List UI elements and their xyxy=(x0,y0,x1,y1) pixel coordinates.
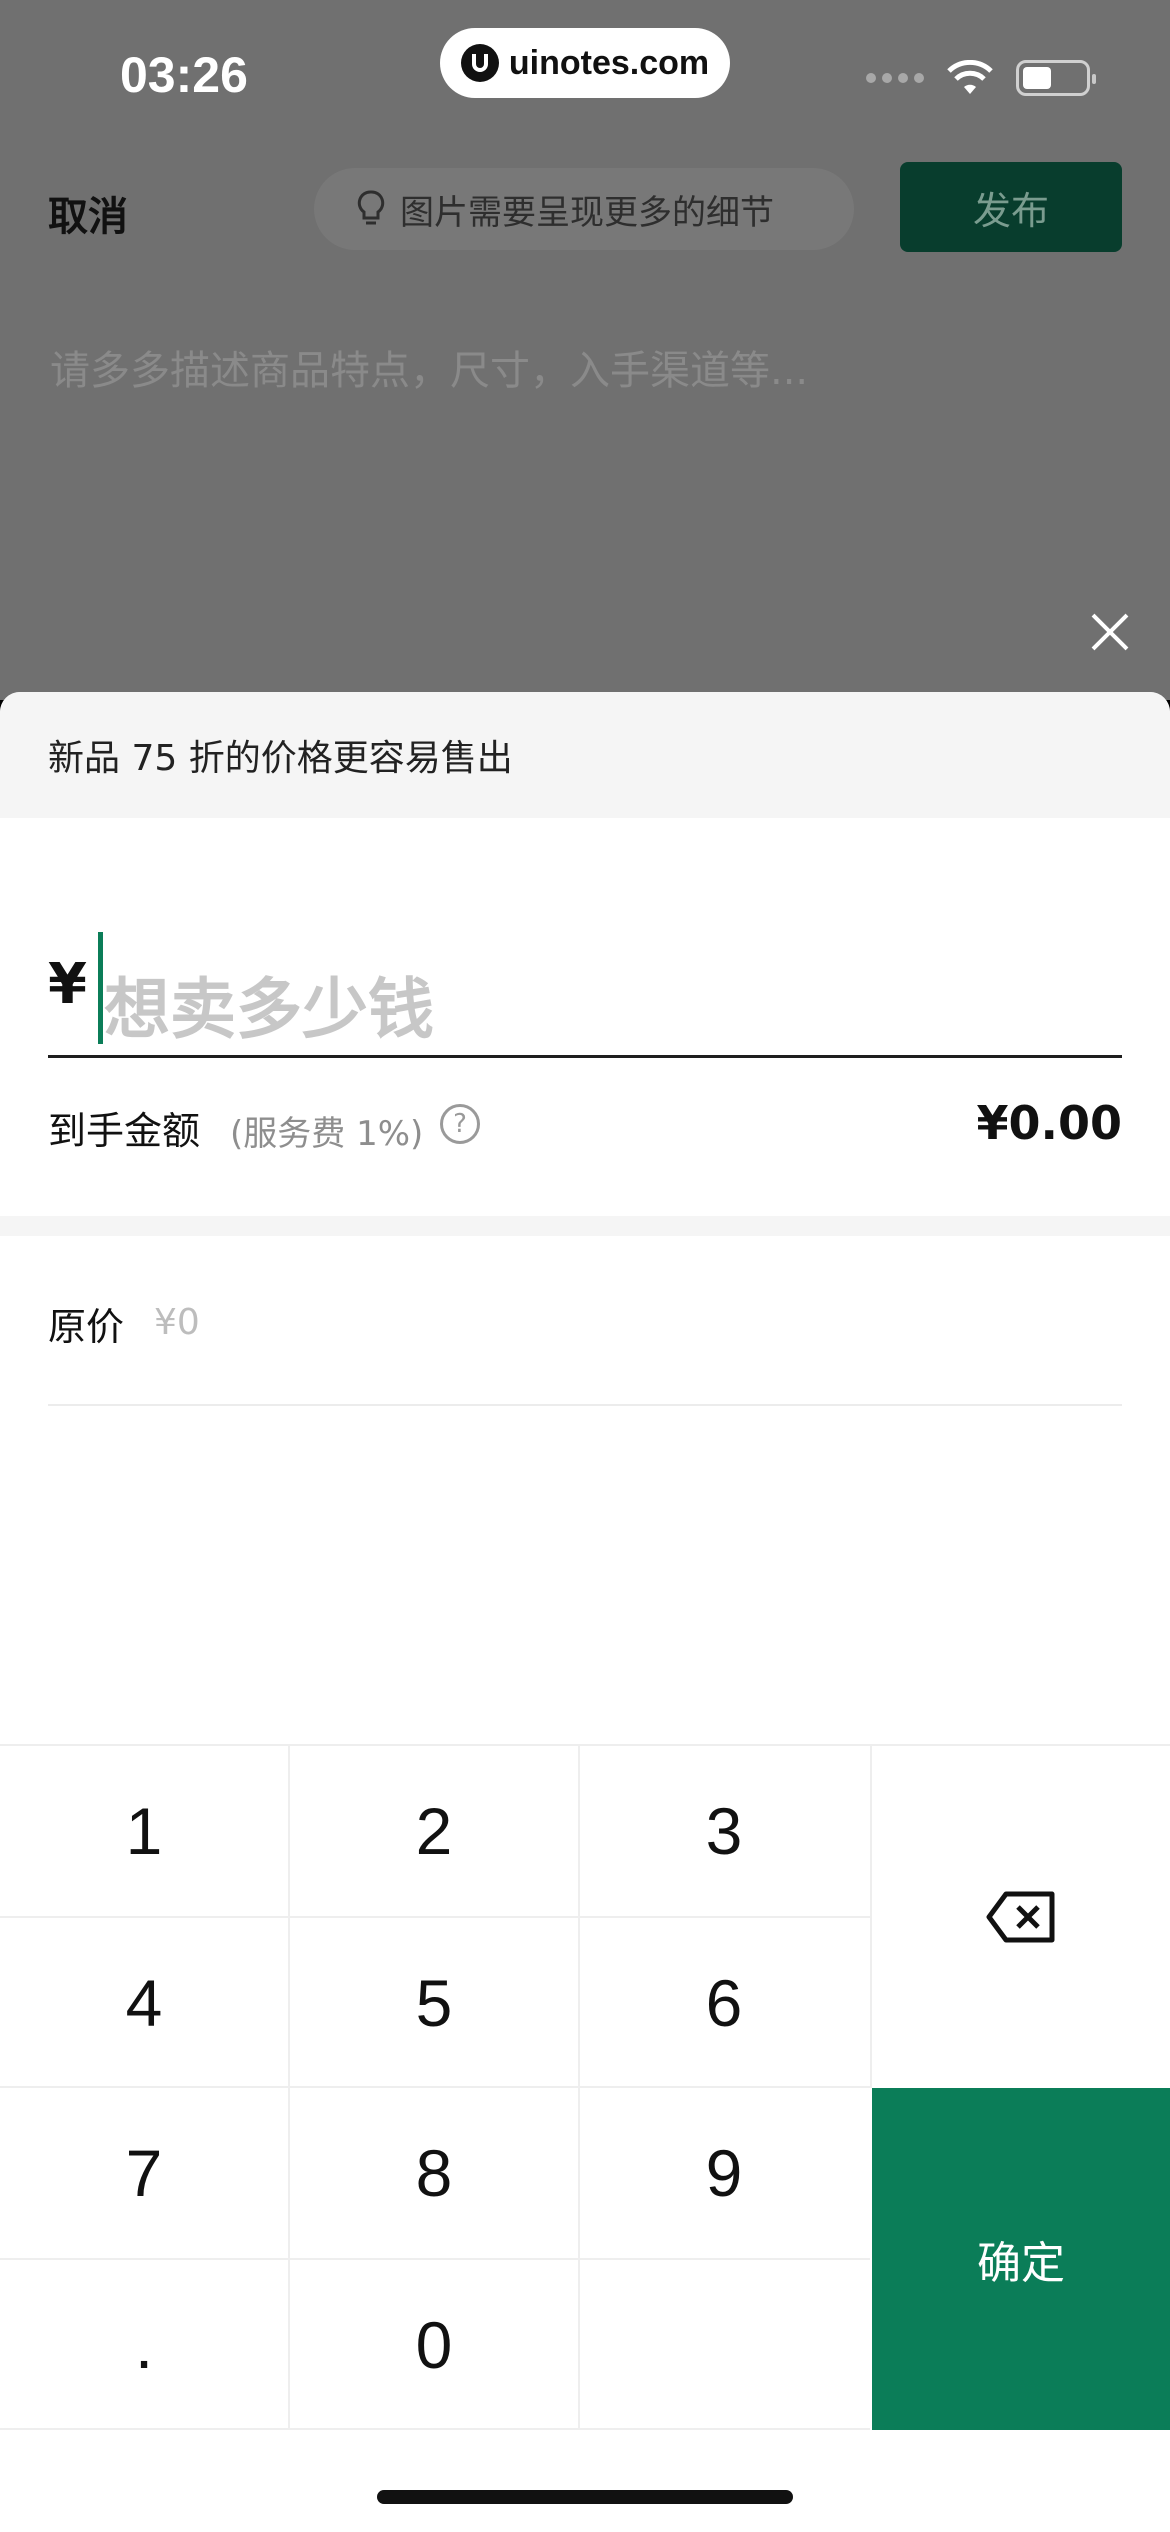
backspace-icon xyxy=(986,1891,1055,1943)
key-7[interactable]: 7 xyxy=(0,2088,288,2258)
top-bar: 取消 图片需要呈现更多的细节 发布 xyxy=(0,150,1170,270)
numeric-keypad: 1 2 3 4 5 6 7 8 9 . 0 确定 xyxy=(0,1744,1170,2430)
grid-line xyxy=(0,1916,870,1918)
service-fee-note: (服务费 1%) xyxy=(230,1114,424,1154)
help-icon[interactable]: ? xyxy=(440,1104,480,1144)
text-cursor xyxy=(98,932,103,1044)
price-input[interactable]: ¥ 想卖多少钱 xyxy=(48,932,1122,1058)
key-1[interactable]: 1 xyxy=(0,1746,288,1916)
key-6[interactable]: 6 xyxy=(580,1918,868,2088)
price-placeholder: 想卖多少钱 xyxy=(104,971,434,1048)
original-price-input[interactable]: ¥0 xyxy=(154,1302,200,1343)
cancel-button[interactable]: 取消 xyxy=(48,184,128,242)
background-page: 03:26 uinotes.com 取消 图片需要呈现更多的细节 发布 请多多描… xyxy=(0,0,1170,700)
grid-line xyxy=(288,1746,290,2430)
original-price-row[interactable]: 原价 ¥0 xyxy=(48,1236,1122,1406)
battery-icon xyxy=(1016,60,1096,96)
key-0[interactable]: 0 xyxy=(290,2260,578,2430)
publish-button[interactable]: 发布 xyxy=(900,162,1122,252)
home-indicator xyxy=(377,2490,793,2504)
lightbulb-icon xyxy=(357,190,385,225)
url-text: uinotes.com xyxy=(508,43,710,82)
key-empty xyxy=(580,2260,868,2430)
photo-tip[interactable]: 图片需要呈现更多的细节 xyxy=(314,168,854,250)
signal-icon xyxy=(866,73,924,83)
net-amount-value: ¥0.00 xyxy=(976,1096,1122,1150)
grid-line xyxy=(0,2428,870,2430)
section-divider xyxy=(0,1216,1170,1236)
key-4[interactable]: 4 xyxy=(0,1918,288,2088)
backspace-button[interactable] xyxy=(872,1746,1170,2088)
grid-line xyxy=(578,1746,580,2430)
tip-text: 图片需要呈现更多的细节 xyxy=(400,192,774,233)
key-9[interactable]: 9 xyxy=(580,2088,868,2258)
currency-symbol: ¥ xyxy=(48,952,87,1017)
net-amount-label: 到手金额 xyxy=(48,1109,201,1153)
net-amount-row: 到手金额 (服务费 1%) ? ¥0.00 xyxy=(48,1092,1122,1162)
original-price-label: 原价 xyxy=(48,1305,125,1349)
key-3[interactable]: 3 xyxy=(580,1746,868,1916)
status-bar: 03:26 uinotes.com xyxy=(0,0,1170,140)
wifi-icon xyxy=(947,60,993,94)
status-time: 03:26 xyxy=(120,47,248,103)
url-pill: uinotes.com xyxy=(440,28,730,98)
confirm-button[interactable]: 确定 xyxy=(872,2088,1170,2430)
key-5[interactable]: 5 xyxy=(290,1918,578,2088)
key-decimal[interactable]: . xyxy=(0,2260,288,2430)
site-logo-icon xyxy=(460,44,499,82)
close-icon[interactable] xyxy=(1090,612,1130,652)
status-icons xyxy=(866,60,1096,96)
promo-banner: 新品 75 折的价格更容易售出 xyxy=(0,692,1170,818)
grid-line xyxy=(0,2086,870,2088)
key-8[interactable]: 8 xyxy=(290,2088,578,2258)
description-input[interactable]: 请多多描述商品特点，尺寸，入手渠道等... xyxy=(50,338,808,396)
key-2[interactable]: 2 xyxy=(290,1746,578,1916)
grid-line xyxy=(0,2258,870,2260)
